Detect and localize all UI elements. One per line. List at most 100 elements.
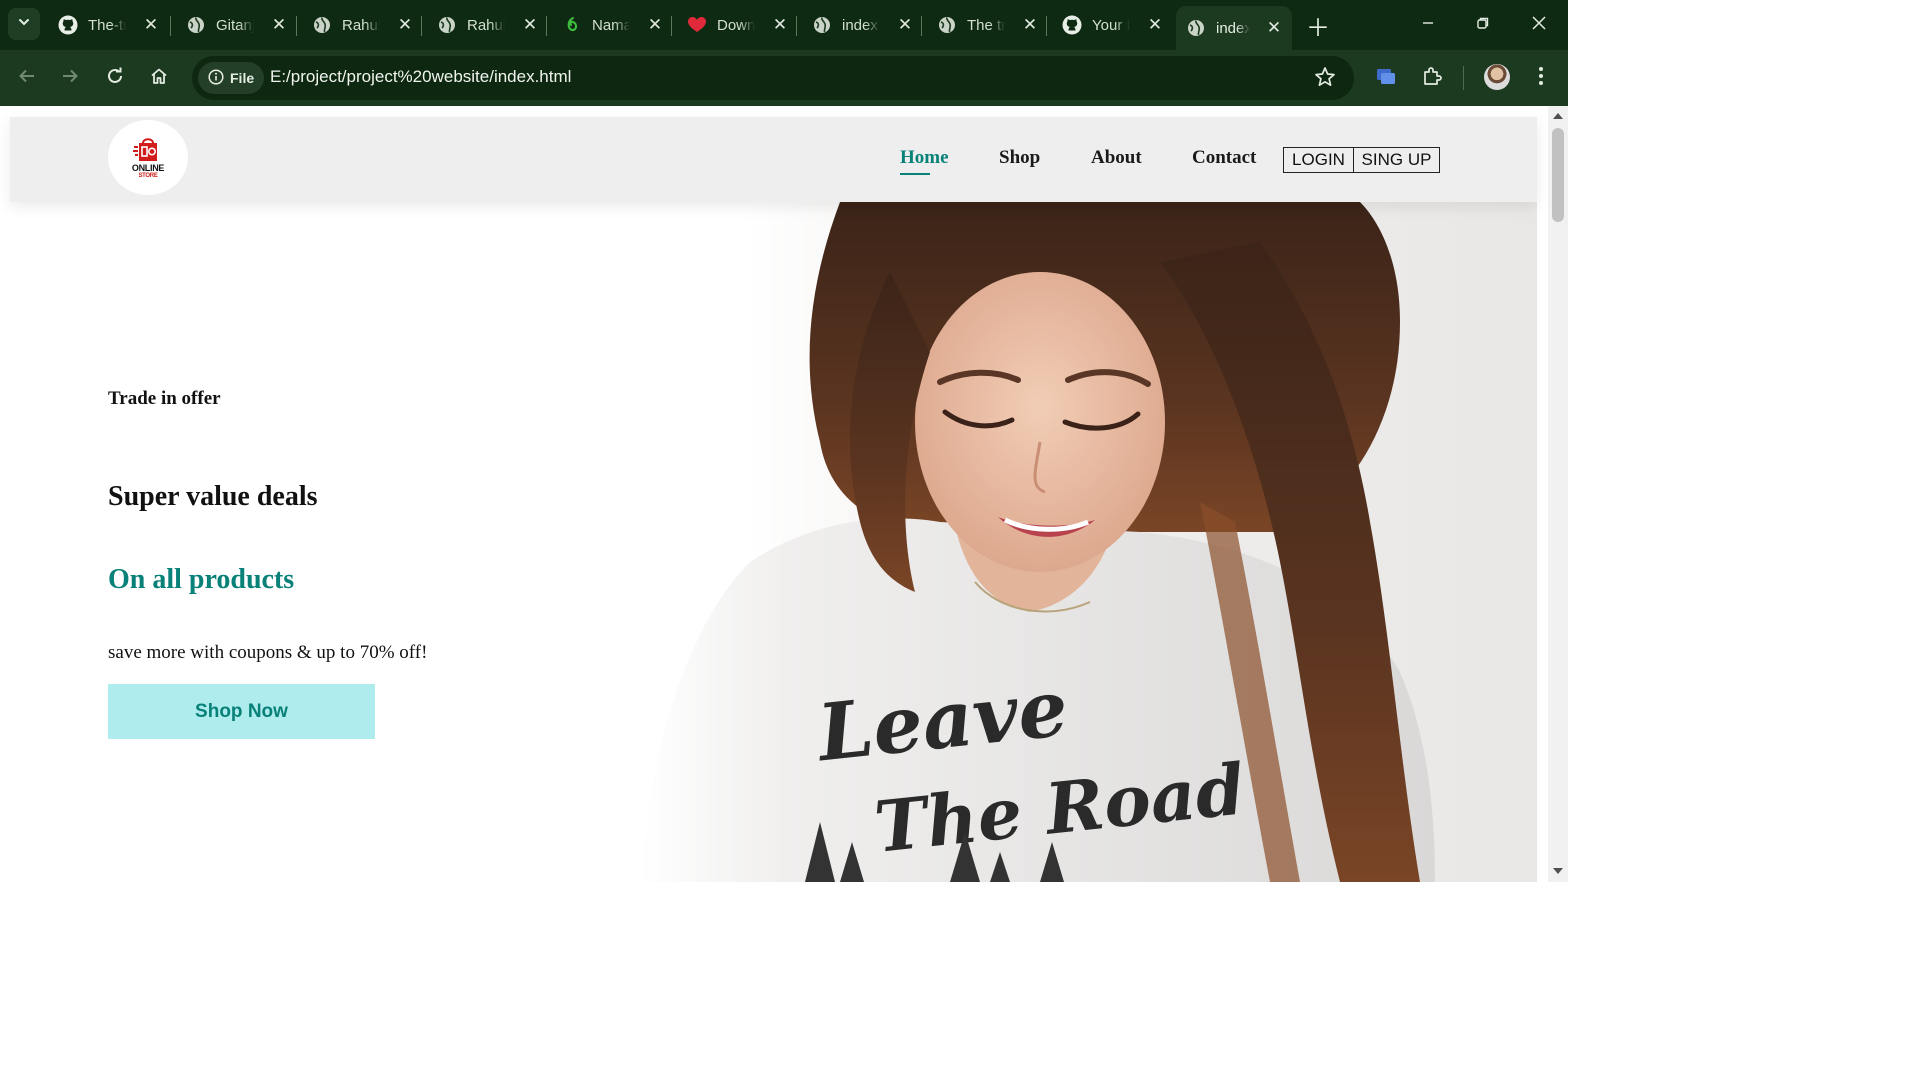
browser-tab[interactable]: Rahul ✕ [427, 7, 549, 43]
browser-toolbar: File E:/project/project%20website/index.… [0, 50, 1568, 106]
chevron-down-icon [17, 15, 31, 34]
nav-home[interactable]: Home [900, 147, 949, 169]
tab-divider [546, 16, 547, 36]
close-icon[interactable]: ✕ [1266, 18, 1282, 37]
close-icon [1531, 15, 1547, 36]
site-info-chip[interactable]: File [198, 62, 265, 94]
browser-tab-strip: The-tr ✕ Gitanj ✕ Rahul ✕ Rahul ✕ Nama ✕ [0, 0, 1568, 50]
close-window-button[interactable] [1519, 8, 1559, 42]
nav-about[interactable]: About [1091, 147, 1142, 169]
tab-title: The-tr [88, 16, 126, 34]
close-icon[interactable]: ✕ [896, 15, 914, 34]
tab-title: Gitanj [216, 16, 254, 34]
logo-text-store: STORE [138, 172, 158, 179]
tab-title: Your I [1092, 16, 1130, 34]
home-button[interactable] [143, 62, 175, 94]
minimize-icon [1421, 16, 1435, 35]
browser-tab[interactable]: Your I ✕ [1052, 7, 1174, 43]
scrollbar-thumb[interactable] [1552, 128, 1564, 222]
tab-title: The tr [967, 16, 1005, 34]
minimize-button[interactable] [1408, 8, 1448, 42]
close-icon[interactable]: ✕ [771, 15, 789, 34]
tab-divider [796, 16, 797, 36]
toolbar-divider [1463, 66, 1464, 90]
close-icon[interactable]: ✕ [396, 15, 414, 34]
tab-title: index. [842, 16, 880, 34]
page-viewport: Leave The Road ONLINE STORE Home Shop Ab… [0, 106, 1568, 882]
reload-button[interactable] [99, 62, 131, 94]
hero-image: Leave The Road [520, 202, 1537, 882]
shop-now-button[interactable]: Shop Now [108, 684, 375, 739]
hero-description: save more with coupons & up to 70% off! [108, 642, 428, 663]
globe-icon [937, 15, 957, 35]
logo-text-online: ONLINE [131, 162, 165, 173]
tab-title: index. [1216, 19, 1250, 37]
close-icon[interactable]: ✕ [521, 15, 539, 34]
browser-tab[interactable]: Down ✕ [677, 7, 799, 43]
scroll-up-arrow-icon[interactable] [1553, 113, 1563, 119]
login-button[interactable]: LOGIN [1283, 147, 1354, 173]
globe-icon [1186, 18, 1206, 38]
close-icon[interactable]: ✕ [646, 15, 664, 34]
new-tab-button[interactable]: ＋ [1304, 11, 1332, 42]
back-button[interactable] [11, 62, 43, 94]
tab-title: Rahul [467, 16, 505, 34]
tab-search-button[interactable] [8, 8, 40, 40]
reload-icon [106, 67, 124, 90]
tab-divider [421, 16, 422, 36]
tab-divider [296, 16, 297, 36]
hero-kicker: Trade in offer [108, 388, 221, 409]
mongodb-leaf-icon [562, 15, 582, 35]
extension-window-icon [1375, 66, 1397, 91]
nav-shop[interactable]: Shop [999, 147, 1040, 169]
tab-title: Down [717, 16, 755, 34]
tab-divider [921, 16, 922, 36]
close-icon[interactable]: ✕ [1146, 15, 1164, 34]
extensions-menu-button[interactable] [1416, 62, 1448, 94]
globe-icon [437, 15, 457, 35]
browser-tab-active[interactable]: index. ✕ [1176, 6, 1292, 50]
browser-menu-button[interactable] [1525, 62, 1557, 94]
browser-tab[interactable]: Gitanj ✕ [176, 7, 298, 43]
browser-tab[interactable]: The tr ✕ [927, 7, 1049, 43]
browser-tab[interactable]: index. ✕ [802, 7, 924, 43]
page-scrollbar[interactable] [1548, 106, 1568, 882]
address-bar[interactable]: File E:/project/project%20website/index.… [192, 56, 1354, 100]
browser-tab[interactable]: Nama ✕ [552, 7, 674, 43]
site-chip-label: File [230, 70, 255, 86]
puzzle-icon [1422, 66, 1442, 91]
tab-divider [1046, 16, 1047, 36]
bookmark-star-icon[interactable] [1314, 66, 1338, 90]
extension-button[interactable] [1370, 62, 1402, 94]
browser-tab[interactable]: The-tr ✕ [48, 7, 170, 43]
hero-subheadline: On all products [108, 564, 295, 595]
forward-button[interactable] [54, 62, 86, 94]
tab-title: Rahul [342, 16, 380, 34]
signup-button[interactable]: SING UP [1353, 147, 1440, 173]
browser-tab[interactable]: Rahul ✕ [302, 7, 424, 43]
home-icon [150, 67, 168, 90]
site-header: ONLINE STORE Home Shop About Contact LOG… [10, 117, 1537, 202]
close-icon[interactable]: ✕ [270, 15, 288, 34]
github-icon [58, 15, 78, 35]
more-vert-icon [1538, 66, 1544, 91]
nav-home-underline [900, 173, 930, 175]
nav-contact[interactable]: Contact [1192, 147, 1256, 169]
info-icon [208, 68, 224, 88]
heart-icon [687, 15, 707, 35]
shopping-bag-icon [133, 137, 157, 161]
close-icon[interactable]: ✕ [1021, 15, 1039, 34]
tab-title: Nama [592, 16, 630, 34]
hero-headline: Super value deals [108, 481, 318, 512]
restore-icon [1476, 16, 1490, 35]
scroll-down-arrow-icon[interactable] [1553, 868, 1563, 874]
profile-avatar[interactable] [1484, 64, 1510, 90]
tab-divider [671, 16, 672, 36]
restore-button[interactable] [1463, 8, 1503, 42]
plus-icon: ＋ [1306, 14, 1330, 42]
globe-icon [312, 15, 332, 35]
site-logo[interactable]: ONLINE STORE [108, 120, 188, 195]
url-text[interactable]: E:/project/project%20website/index.html [270, 67, 571, 87]
close-icon[interactable]: ✕ [142, 15, 160, 34]
globe-icon [812, 15, 832, 35]
